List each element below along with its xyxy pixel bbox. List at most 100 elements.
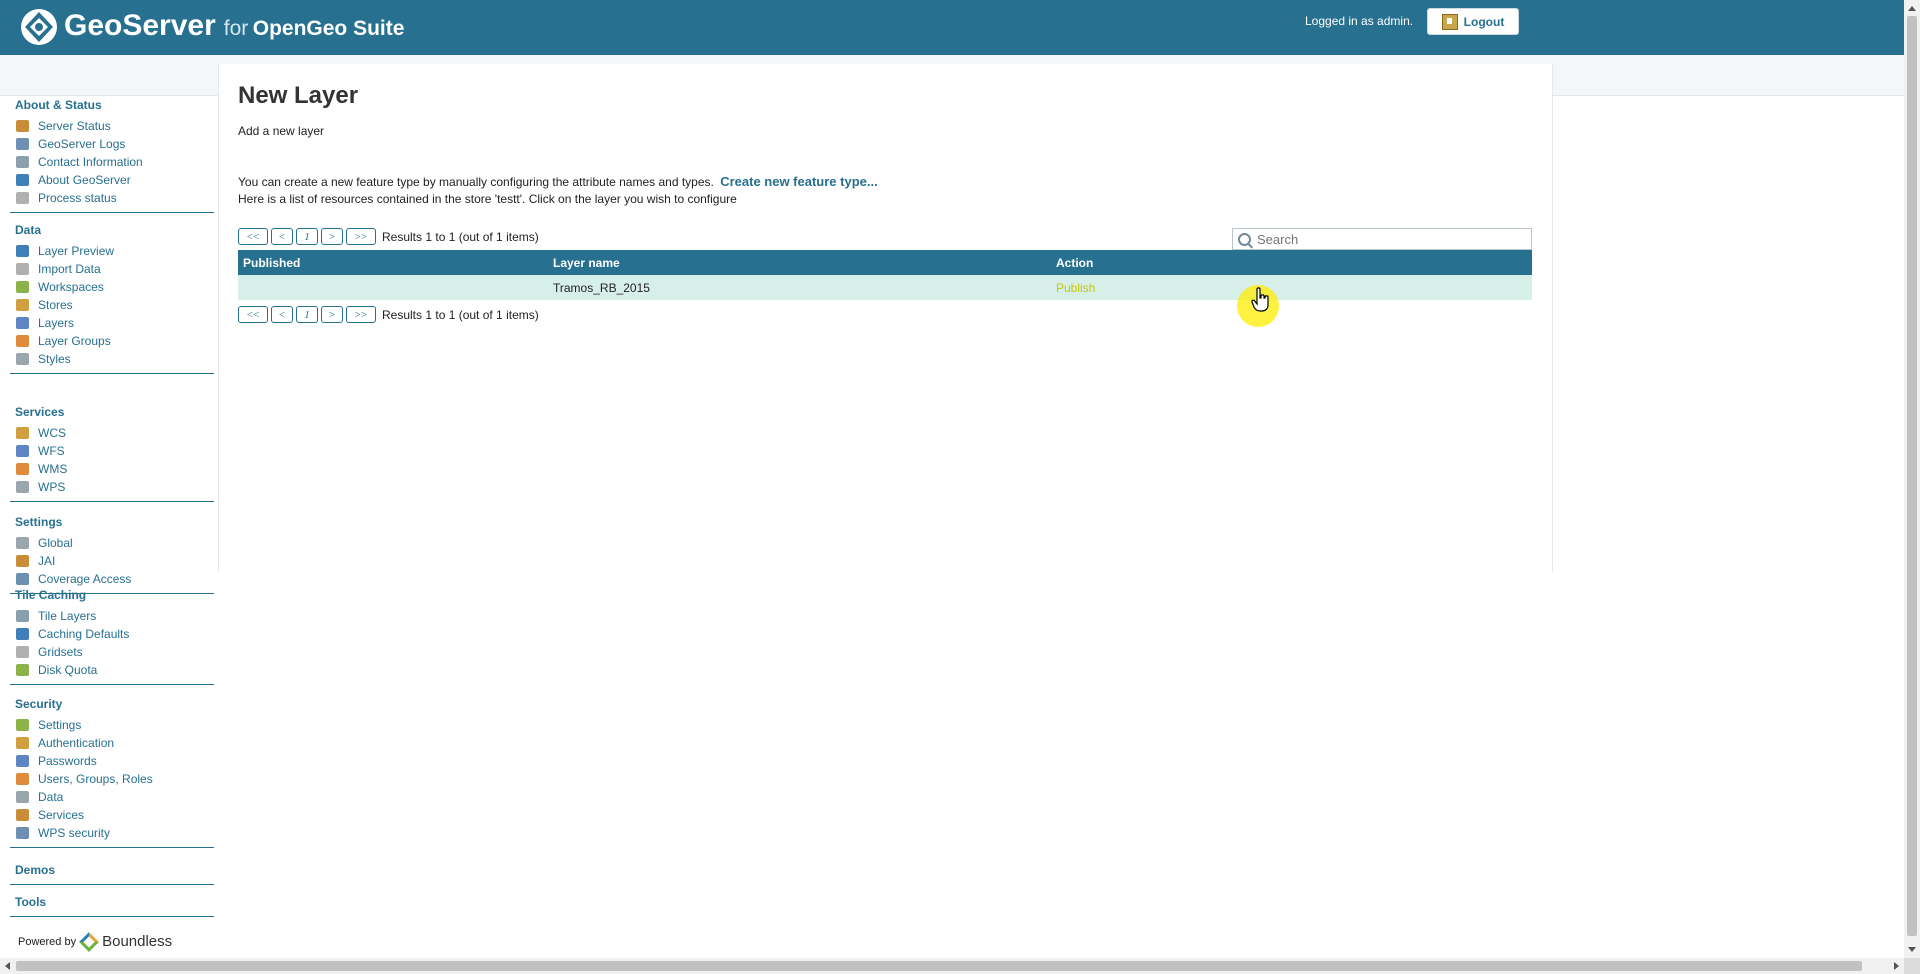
sidebar-item-workspaces[interactable]: Workspaces xyxy=(10,278,214,296)
scroll-down-icon[interactable] xyxy=(1908,947,1916,952)
sidebar-item-import-data[interactable]: Import Data xyxy=(10,260,214,278)
sidebar-section-title[interactable]: About & Status xyxy=(10,96,214,114)
sidebar-item-disk-quota[interactable]: Disk Quota xyxy=(10,661,214,679)
sidebar-item-wcs[interactable]: WCS xyxy=(10,424,214,442)
table-row: Tramos_RB_2015 Publish xyxy=(238,275,1532,300)
sidebar-item-label: About GeoServer xyxy=(38,173,131,187)
sidebar-item-icon xyxy=(16,263,29,275)
sidebar-divider xyxy=(10,684,214,685)
vertical-scrollbar[interactable] xyxy=(1904,0,1920,958)
sidebar-item-layers[interactable]: Layers xyxy=(10,314,214,332)
sidebar-section-tile-caching: Tile Caching Tile Layers Caching Defaults G… xyxy=(10,586,214,685)
page-number-button[interactable]: 1 xyxy=(296,306,318,323)
vertical-scroll-thumb[interactable] xyxy=(1907,16,1917,936)
sidebar-item-settings[interactable]: Settings xyxy=(10,716,214,734)
prev-page-button[interactable]: < xyxy=(271,228,293,245)
sidebar-item-about-geoserver[interactable]: About GeoServer xyxy=(10,171,214,189)
sidebar-item-label: Layer Groups xyxy=(38,334,111,348)
header: GeoServer for OpenGeo Suite Logged in as … xyxy=(0,0,1904,55)
sidebar-item-list: Settings Authentication Passwords Users, Gr… xyxy=(10,716,214,842)
horizontal-scrollbar[interactable] xyxy=(0,958,1904,974)
sidebar-item-wps-security[interactable]: WPS security xyxy=(10,824,214,842)
sidebar-item-authentication[interactable]: Authentication xyxy=(10,734,214,752)
login-status: Logged in as admin. xyxy=(1305,14,1414,28)
sidebar-item-server-status[interactable]: Server Status xyxy=(10,117,214,135)
sidebar-item-icon xyxy=(16,773,29,785)
sidebar-item-label: Caching Defaults xyxy=(38,627,130,641)
logout-icon xyxy=(1441,13,1458,30)
sidebar-section-title[interactable]: Settings xyxy=(10,513,214,531)
sidebar-item-list: Server Status GeoServer Logs Contact Infor… xyxy=(10,117,214,207)
sidebar-item-wms[interactable]: WMS xyxy=(10,460,214,478)
sidebar-item-label: Tile Layers xyxy=(38,609,97,623)
create-feature-type-link[interactable]: Create new feature type... xyxy=(720,174,878,189)
next-page-button[interactable]: > xyxy=(321,228,343,245)
sidebar-section-title[interactable]: Services xyxy=(10,403,214,421)
sidebar-section-settings: Settings Global JAI Coverage Access xyxy=(10,513,214,594)
sidebar-item-caching-defaults[interactable]: Caching Defaults xyxy=(10,625,214,643)
column-header-published[interactable]: Published xyxy=(238,250,548,275)
sidebar-item-icon xyxy=(16,138,29,150)
sidebar-item-label: Users, Groups, Roles xyxy=(38,772,153,786)
sidebar-section-title[interactable]: Security xyxy=(10,695,214,713)
table-header-row: Published Layer name Action xyxy=(238,250,1532,275)
sidebar-item-jai[interactable]: JAI xyxy=(10,552,214,570)
sidebar-item-label: Workspaces xyxy=(38,280,104,294)
powered-by[interactable]: Powered by Boundless xyxy=(18,931,172,952)
sidebar-item-icon xyxy=(16,755,29,767)
horizontal-scroll-thumb[interactable] xyxy=(16,961,1862,971)
sidebar-section-services: Services WCS WFS WMS WPS xyxy=(10,403,214,502)
sidebar-section-title[interactable]: Demos xyxy=(10,861,214,879)
last-page-button[interactable]: >> xyxy=(346,228,376,245)
sidebar-item-icon xyxy=(16,317,29,329)
sidebar-item-stores[interactable]: Stores xyxy=(10,296,214,314)
sidebar-item-icon xyxy=(16,737,29,749)
sidebar-divider xyxy=(10,373,214,374)
brand-name: GeoServer xyxy=(64,9,216,42)
sidebar-divider xyxy=(10,212,214,213)
sidebar-item-label: Data xyxy=(38,790,64,804)
action-cell: Publish xyxy=(1051,275,1532,300)
scroll-right-icon[interactable] xyxy=(1894,962,1899,970)
search-box[interactable] xyxy=(1232,228,1532,250)
sidebar-item-contact-information[interactable]: Contact Information xyxy=(10,153,214,171)
sidebar-item-process-status[interactable]: Process status xyxy=(10,189,214,207)
sidebar-section-title[interactable]: Tools xyxy=(10,893,214,911)
sidebar-item-global[interactable]: Global xyxy=(10,534,214,552)
sidebar-item-layer-groups[interactable]: Layer Groups xyxy=(10,332,214,350)
first-page-button[interactable]: << xyxy=(238,306,268,323)
column-header-layer-name[interactable]: Layer name xyxy=(548,250,1051,275)
sidebar-item-wfs[interactable]: WFS xyxy=(10,442,214,460)
logout-button[interactable]: Logout xyxy=(1427,8,1519,35)
sidebar-item-styles[interactable]: Styles xyxy=(10,350,214,368)
page-number-button[interactable]: 1 xyxy=(296,228,318,245)
last-page-button[interactable]: >> xyxy=(346,306,376,323)
sidebar-item-wps[interactable]: WPS xyxy=(10,478,214,496)
sidebar-item-services[interactable]: Services xyxy=(10,806,214,824)
prev-page-button[interactable]: < xyxy=(271,306,293,323)
sidebar-section-title[interactable]: Data xyxy=(10,221,214,239)
sidebar-item-icon xyxy=(16,573,29,585)
brand-title[interactable]: GeoServer for OpenGeo Suite xyxy=(64,9,404,43)
sidebar-item-layer-preview[interactable]: Layer Preview xyxy=(10,242,214,260)
sidebar-item-icon xyxy=(16,156,29,168)
sidebar-item-label: WMS xyxy=(38,462,68,476)
sidebar-divider xyxy=(10,884,214,885)
scroll-up-icon[interactable] xyxy=(1908,6,1916,11)
search-input[interactable] xyxy=(1257,231,1517,247)
sidebar-item-users-groups-roles[interactable]: Users, Groups, Roles xyxy=(10,770,214,788)
column-header-action[interactable]: Action xyxy=(1051,250,1532,275)
sidebar-item-tile-layers[interactable]: Tile Layers xyxy=(10,607,214,625)
sidebar-section-title[interactable]: Tile Caching xyxy=(10,586,214,604)
page-title: New Layer xyxy=(238,82,359,109)
sidebar-item-label: Settings xyxy=(38,718,82,732)
next-page-button[interactable]: > xyxy=(321,306,343,323)
first-page-button[interactable]: << xyxy=(238,228,268,245)
sidebar-item-gridsets[interactable]: Gridsets xyxy=(10,643,214,661)
publish-link[interactable]: Publish xyxy=(1056,281,1095,295)
sidebar-item-label: WPS security xyxy=(38,826,111,840)
sidebar-item-geoserver-logs[interactable]: GeoServer Logs xyxy=(10,135,214,153)
scroll-left-icon[interactable] xyxy=(5,962,10,970)
sidebar-item-data[interactable]: Data xyxy=(10,788,214,806)
sidebar-item-passwords[interactable]: Passwords xyxy=(10,752,214,770)
